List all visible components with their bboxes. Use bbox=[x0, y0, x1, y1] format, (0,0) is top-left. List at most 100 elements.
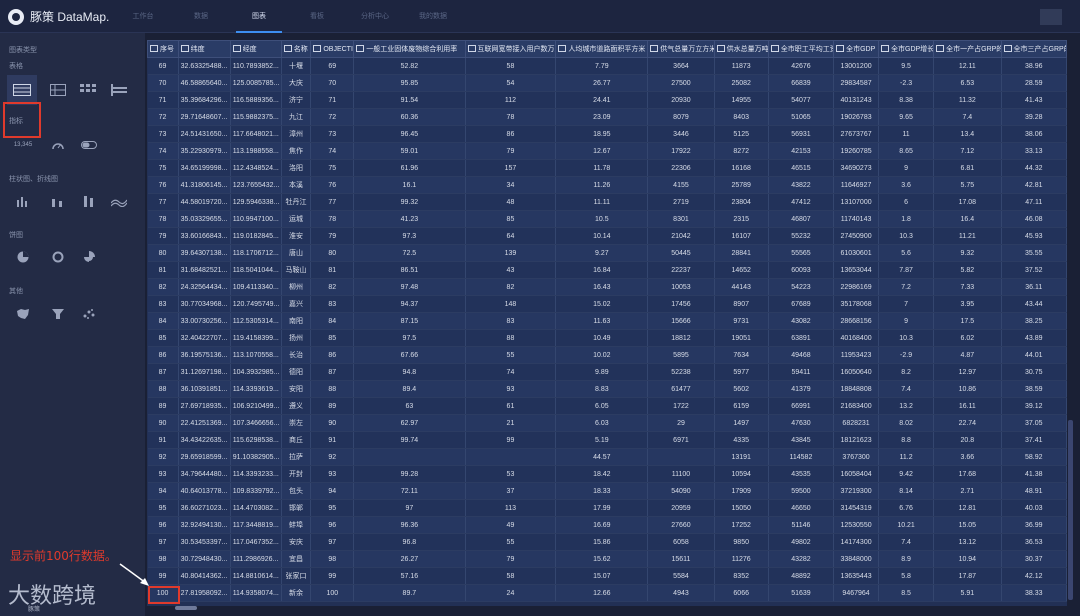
nav-tab-analysis-center[interactable]: 分析中心 bbox=[352, 0, 398, 33]
nav-tab-workbench[interactable]: 工作台 bbox=[120, 0, 166, 33]
column-header[interactable]: 供水总量万吨 bbox=[713, 40, 769, 58]
donut-chart-icon[interactable] bbox=[45, 247, 71, 267]
table-cell: 88 bbox=[147, 380, 179, 398]
table-row[interactable]: 96 32.92494130... 117.3448819... 蚌埠 96 96.36 4… bbox=[147, 516, 1067, 534]
vertical-scrollbar[interactable] bbox=[1068, 420, 1073, 600]
table-row[interactable]: 78 35.03329655... 110.9947100... 运城 78 41.23 8… bbox=[147, 210, 1067, 228]
table-cell: 8079 bbox=[647, 108, 715, 126]
table-row[interactable]: 81 31.68482521... 118.5041044... 马鞍山 81 86.51… bbox=[147, 261, 1067, 279]
table-row[interactable]: 85 32.40422707... 119.4158399... 扬州 85 97.5 88… bbox=[147, 329, 1067, 347]
table-row[interactable]: 88 36.10391851... 114.3393619... 安阳 88 89.4 93… bbox=[147, 380, 1067, 398]
nav-tab-my-data[interactable]: 我的数据 bbox=[410, 0, 456, 33]
column-header[interactable]: 供气总量万立方米 bbox=[647, 40, 715, 58]
table-cell: 41.43 bbox=[1001, 91, 1067, 109]
table-chart-icon[interactable] bbox=[7, 75, 37, 105]
table-cell: 117.6648021... bbox=[230, 125, 282, 143]
horizontal-scrollbar[interactable] bbox=[175, 606, 197, 610]
table-row[interactable]: 92 29.65918599... 91.10382905... 拉萨 92 44.57 1… bbox=[147, 448, 1067, 466]
map-chart-icon[interactable] bbox=[10, 304, 36, 324]
column-header[interactable]: 全市一产占GRP的比例 bbox=[933, 40, 1002, 58]
kpi-number-icon[interactable]: 13,345 bbox=[10, 135, 36, 155]
progress-bar-icon[interactable] bbox=[76, 135, 102, 155]
gauge-icon[interactable] bbox=[45, 135, 71, 155]
column-header[interactable]: 一般工业固体废物综合利用率 bbox=[353, 40, 466, 58]
table-cell: 59500 bbox=[768, 482, 835, 500]
table-row[interactable]: 80 39.64307138... 118.1706712... 唐山 80 72.5 13… bbox=[147, 244, 1067, 262]
table-cell: 7.12 bbox=[933, 142, 1002, 160]
table-cell: 8.65 bbox=[878, 142, 935, 160]
table-row[interactable]: 97 30.53453397... 117.0467352... 安庆 97 96.8 55… bbox=[147, 533, 1067, 551]
table-row[interactable]: 98 30.72948430... 111.2986926... 宜昌 98 26.27 7… bbox=[147, 550, 1067, 568]
table-row[interactable]: 69 32.63325488... 110.7893852... 十堰 69 52.82 5… bbox=[147, 57, 1067, 75]
table-cell: 9.5 bbox=[878, 57, 935, 75]
app-logo[interactable]: 豚策 DataMap. bbox=[8, 8, 109, 25]
column-header[interactable]: 纬度 bbox=[177, 40, 231, 58]
table-row[interactable]: 99 40.80414362... 114.8810614... 张家口 99 57.16… bbox=[147, 567, 1067, 585]
table-cell: 89 bbox=[310, 397, 355, 415]
table-row[interactable]: 94 40.64013778... 109.8339792... 包头 94 72.11 3… bbox=[147, 482, 1067, 500]
table-cell: 10.3 bbox=[878, 227, 935, 245]
table-cell: 17.99 bbox=[555, 499, 649, 517]
table-row[interactable]: 89 27.69718935... 106.9210499... 遵义 89 63 61 6.… bbox=[147, 397, 1067, 415]
table-row[interactable]: 90 22.41251369... 107.3466656... 崇左 90 62.97 2… bbox=[147, 414, 1067, 432]
pivot-table-icon[interactable] bbox=[45, 80, 71, 100]
user-avatar[interactable] bbox=[1040, 9, 1062, 25]
rose-chart-icon[interactable] bbox=[76, 247, 102, 267]
table-row[interactable]: 87 31.12697198... 104.3932985... 德阳 87 94.8 74… bbox=[147, 363, 1067, 381]
table-row[interactable]: 83 30.77034968... 120.7495749... 嘉兴 83 94.37 1… bbox=[147, 295, 1067, 313]
nav-tab-data[interactable]: 数据 bbox=[178, 0, 224, 33]
column-header[interactable]: 全市三产占GRP的比 bbox=[1000, 40, 1067, 58]
nav-tab-charts[interactable]: 图表 bbox=[236, 0, 282, 33]
nav-tab-dashboard[interactable]: 看板 bbox=[294, 0, 340, 33]
bar-chart-icon[interactable] bbox=[10, 191, 36, 211]
table-row[interactable]: 77 44.58019720... 129.5946338... 牡丹江 77 99.32… bbox=[147, 193, 1067, 211]
table-row[interactable]: 82 24.32564434... 109.4113340... 柳州 82 97.48 8… bbox=[147, 278, 1067, 296]
table-row[interactable]: 91 34.43422635... 115.6298538... 商丘 91 99.74 9… bbox=[147, 431, 1067, 449]
table-cell: 26.27 bbox=[353, 550, 466, 568]
data-table: 序号 纬度 经度 名称 OBJECTID 一般工业固体废物综合利用率 互联网宽带接入用户数万… bbox=[147, 40, 1067, 602]
table-row[interactable]: 73 24.51431650... 117.6648021... 漳州 73 96.45 8… bbox=[147, 125, 1067, 143]
column-header[interactable]: 经度 bbox=[229, 40, 282, 58]
table-cell: 宜昌 bbox=[281, 550, 312, 568]
table-cell: 8.9 bbox=[878, 550, 935, 568]
table-row[interactable]: 100 27.81958092... 114.9358074... 新余 100 89.7… bbox=[147, 584, 1067, 602]
table-row[interactable]: 72 29.71648607... 115.9882375... 九江 72 60.36 7… bbox=[147, 108, 1067, 126]
column-header[interactable]: 全市GDP增长率 bbox=[878, 40, 935, 58]
column-header[interactable]: 人均城市道路面积平方米 bbox=[555, 40, 649, 58]
column-header[interactable]: 全市职工平均工资 bbox=[767, 40, 835, 58]
table-cell: 25789 bbox=[714, 176, 769, 194]
detail-table-icon[interactable] bbox=[106, 80, 132, 100]
table-cell: 24.32564434... bbox=[178, 278, 231, 296]
table-cell: 12.97 bbox=[933, 363, 1002, 381]
pie-chart-icon[interactable] bbox=[10, 247, 36, 267]
table-row[interactable]: 76 41.31806145... 123.7655432... 本溪 76 16.1 34… bbox=[147, 176, 1067, 194]
column-header[interactable]: 序号 bbox=[147, 40, 179, 58]
scatter-chart-icon[interactable] bbox=[76, 304, 102, 324]
table-row[interactable]: 86 36.19575136... 113.1070558... 长治 86 67.66 5… bbox=[147, 346, 1067, 364]
table-cell: 139 bbox=[465, 244, 557, 262]
table-row[interactable]: 79 33.60166843... 119.0182845... 淮安 79 97.3 64… bbox=[147, 227, 1067, 245]
column-header[interactable]: 名称 bbox=[280, 40, 312, 58]
table-row[interactable]: 95 36.60271023... 114.4703082... 邯郸 95 97 113 1… bbox=[147, 499, 1067, 517]
line-chart-icon[interactable] bbox=[106, 191, 132, 211]
table-cell: 82 bbox=[465, 278, 557, 296]
table-cell: 24.51431650... bbox=[178, 125, 231, 143]
table-row[interactable]: 71 35.39684296... 116.5889356... 济宁 71 91.54 1… bbox=[147, 91, 1067, 109]
grid-table-icon[interactable] bbox=[75, 80, 101, 100]
table-row[interactable]: 70 46.58865640... 125.0085785... 大庆 70 95.85 5… bbox=[147, 74, 1067, 92]
table-cell: 28841 bbox=[714, 244, 769, 262]
column-header[interactable]: 互联网宽带接入用户数万人 bbox=[464, 40, 557, 58]
funnel-chart-icon[interactable] bbox=[45, 304, 71, 324]
grouped-bar-icon[interactable] bbox=[45, 191, 71, 211]
table-row[interactable]: 74 35.22930979... 113.1988558... 焦作 74 59.01 7… bbox=[147, 142, 1067, 160]
table-row[interactable]: 75 34.65199998... 112.4348524... 洛阳 75 61.96 1… bbox=[147, 159, 1067, 177]
column-header-label: 供气总量万立方米 bbox=[660, 46, 715, 53]
table-row[interactable]: 84 33.00730256... 112.5305314... 南阳 84 87.15 8… bbox=[147, 312, 1067, 330]
column-header[interactable]: 全市GDP bbox=[833, 40, 880, 58]
stacked-bar-icon[interactable] bbox=[76, 191, 102, 211]
column-header[interactable]: OBJECTID bbox=[310, 40, 355, 58]
table-cell: -2.3 bbox=[878, 74, 935, 92]
table-cell: 113 bbox=[465, 499, 557, 517]
table-cell: 61477 bbox=[647, 380, 715, 398]
table-row[interactable]: 93 34.79644480... 114.3393233... 开封 93 99.28 5… bbox=[147, 465, 1067, 483]
